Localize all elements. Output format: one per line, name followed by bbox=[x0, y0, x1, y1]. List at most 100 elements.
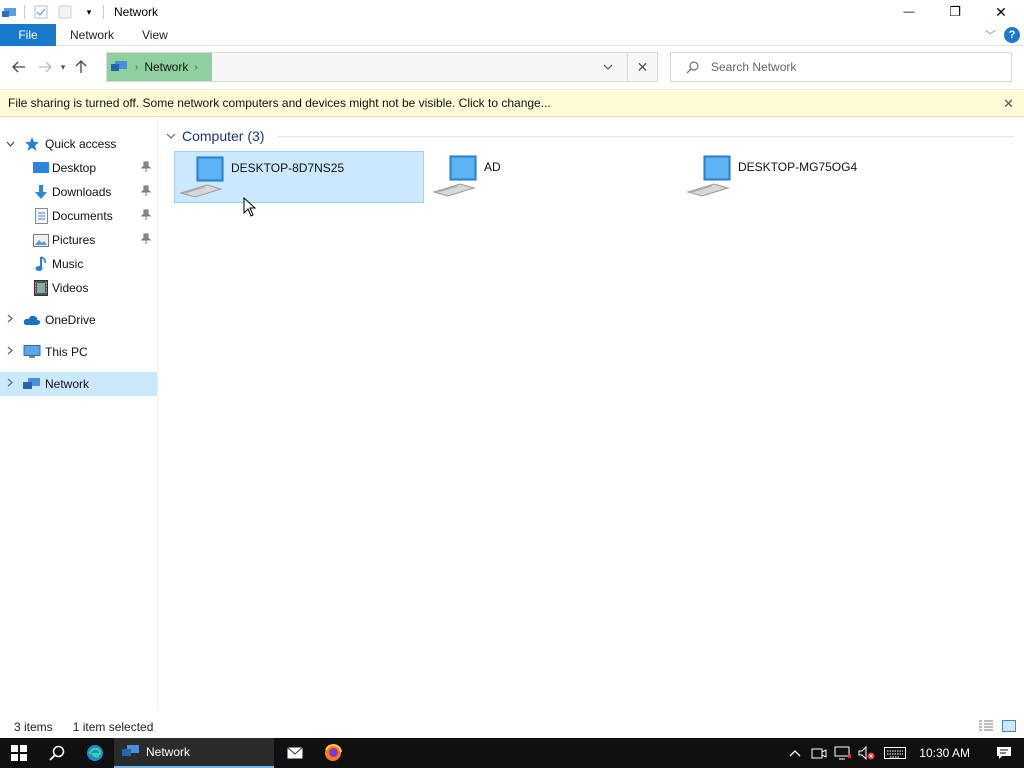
pictures-icon bbox=[32, 231, 50, 249]
nav-label: This PC bbox=[45, 345, 88, 359]
meet-now-icon[interactable] bbox=[807, 738, 831, 768]
computer-item[interactable]: DESKTOP-MG75OG4 bbox=[682, 151, 932, 203]
minimize-button[interactable]: — bbox=[886, 0, 932, 24]
pin-icon bbox=[140, 185, 153, 197]
computer-name: DESKTOP-MG75OG4 bbox=[738, 160, 858, 174]
details-view-icon[interactable] bbox=[978, 720, 994, 735]
taskbar: Network 10:30 AM bbox=[0, 738, 1024, 768]
nav-item-documents[interactable]: Documents bbox=[0, 204, 157, 228]
nav-label: Videos bbox=[52, 281, 89, 295]
mouse-cursor-icon bbox=[243, 196, 257, 220]
search-input[interactable] bbox=[711, 60, 991, 74]
notifications-icon[interactable] bbox=[984, 738, 1024, 768]
properties-icon[interactable] bbox=[33, 4, 49, 20]
network-folder-icon bbox=[2, 4, 18, 20]
ribbon-tabs: File Network View ﹀ ? bbox=[0, 23, 1024, 46]
chevron-right-icon[interactable] bbox=[3, 346, 17, 358]
search-box[interactable] bbox=[670, 52, 1012, 82]
tab-network[interactable]: Network bbox=[56, 24, 128, 46]
window-controls: — ❐ ✕ bbox=[886, 0, 1024, 24]
navigation-bar: ▾ › Network › ✕ bbox=[0, 46, 1024, 88]
nav-item-music[interactable]: Music bbox=[0, 252, 157, 276]
up-button[interactable] bbox=[70, 56, 92, 78]
chevron-right-icon[interactable]: › bbox=[135, 62, 138, 73]
this-pc-icon bbox=[23, 343, 41, 361]
help-icon[interactable]: ? bbox=[1004, 27, 1020, 43]
mail-icon[interactable] bbox=[276, 738, 314, 768]
computer-item[interactable]: DESKTOP-8D7NS25 bbox=[174, 151, 424, 203]
nav-this-pc[interactable]: This PC bbox=[0, 340, 157, 364]
firefox-icon[interactable] bbox=[314, 738, 352, 768]
nav-label: Quick access bbox=[45, 137, 117, 151]
nav-onedrive[interactable]: OneDrive bbox=[0, 308, 157, 332]
chevron-right-icon[interactable]: › bbox=[194, 62, 197, 73]
star-icon bbox=[23, 135, 41, 153]
chevron-right-icon[interactable] bbox=[3, 314, 17, 326]
chevron-up-icon[interactable] bbox=[783, 738, 807, 768]
onedrive-icon bbox=[23, 311, 41, 329]
navigation-pane: Quick access Desktop Downloads Documents… bbox=[0, 130, 157, 710]
chevron-down-icon[interactable] bbox=[3, 139, 17, 150]
tab-view[interactable]: View bbox=[128, 24, 182, 46]
nav-item-pictures[interactable]: Pictures bbox=[0, 228, 157, 252]
computer-icon bbox=[682, 151, 734, 201]
group-header-computer[interactable]: Computer (3) bbox=[166, 126, 264, 146]
nav-quick-access[interactable]: Quick access bbox=[0, 132, 157, 156]
group-divider bbox=[278, 136, 1014, 137]
pane-divider[interactable] bbox=[157, 118, 158, 710]
customize-qat-icon[interactable]: ▾ bbox=[81, 4, 97, 20]
nav-label: Documents bbox=[52, 209, 113, 223]
close-infobar-button[interactable]: ✕ bbox=[1003, 96, 1014, 112]
expand-ribbon-icon[interactable]: ﹀ bbox=[985, 27, 996, 43]
videos-icon bbox=[32, 279, 50, 297]
title-bar: ▾ Network — ❐ ✕ bbox=[0, 0, 1024, 24]
nav-item-desktop[interactable]: Desktop bbox=[0, 156, 157, 180]
network-status-icon[interactable] bbox=[831, 738, 855, 768]
separator bbox=[103, 5, 104, 19]
file-sharing-infobar[interactable]: File sharing is turned off. Some network… bbox=[0, 89, 1024, 117]
taskbar-search-button[interactable] bbox=[38, 738, 76, 768]
forward-button[interactable] bbox=[34, 56, 56, 78]
explorer-window: ▾ Network — ❐ ✕ File Network View ﹀ ? ▾ bbox=[0, 0, 1024, 738]
address-dropdown-button[interactable] bbox=[597, 53, 619, 81]
nav-label: OneDrive bbox=[45, 313, 96, 327]
system-clock[interactable]: 10:30 AM bbox=[919, 746, 970, 760]
window-title: Network bbox=[114, 5, 159, 19]
chevron-down-icon[interactable] bbox=[166, 130, 176, 142]
computer-name: DESKTOP-8D7NS25 bbox=[231, 161, 345, 175]
recent-locations-button[interactable]: ▾ bbox=[56, 56, 70, 78]
taskbar-file-explorer-network[interactable]: Network bbox=[114, 738, 274, 768]
item-count: 3 items bbox=[14, 720, 53, 734]
quick-access-toolbar: ▾ bbox=[0, 0, 110, 24]
status-bar: 3 items 1 item selected bbox=[0, 716, 1024, 738]
computer-icon bbox=[175, 152, 227, 202]
close-button[interactable]: ✕ bbox=[978, 0, 1024, 24]
infobar-message[interactable]: File sharing is turned off. Some network… bbox=[8, 96, 551, 110]
nav-item-downloads[interactable]: Downloads bbox=[0, 180, 157, 204]
pin-icon bbox=[140, 233, 153, 245]
new-folder-icon[interactable] bbox=[57, 4, 73, 20]
desktop-icon bbox=[32, 159, 50, 177]
address-bar[interactable]: › Network › ✕ bbox=[106, 52, 658, 82]
nav-item-videos[interactable]: Videos bbox=[0, 276, 157, 300]
nav-label: Desktop bbox=[52, 161, 97, 175]
large-icons-view-icon[interactable] bbox=[1002, 720, 1016, 735]
cancel-address-button[interactable]: ✕ bbox=[627, 53, 657, 81]
breadcrumb-network[interactable]: Network bbox=[144, 60, 188, 74]
taskbar-window-label: Network bbox=[146, 745, 191, 759]
network-icon bbox=[23, 375, 41, 393]
separator bbox=[24, 5, 25, 19]
search-icon bbox=[685, 60, 699, 74]
nav-network[interactable]: Network bbox=[0, 372, 157, 396]
start-button[interactable] bbox=[0, 738, 38, 768]
back-button[interactable] bbox=[8, 56, 30, 78]
volume-muted-icon[interactable] bbox=[855, 738, 879, 768]
network-icon bbox=[122, 744, 140, 761]
tab-file[interactable]: File bbox=[0, 23, 56, 46]
nav-label: Music bbox=[52, 257, 84, 271]
edge-browser-icon[interactable] bbox=[76, 738, 114, 768]
chevron-right-icon[interactable] bbox=[3, 378, 17, 390]
restore-button[interactable]: ❐ bbox=[932, 0, 978, 24]
keyboard-icon[interactable] bbox=[879, 738, 911, 768]
computer-item[interactable]: AD bbox=[428, 151, 678, 203]
